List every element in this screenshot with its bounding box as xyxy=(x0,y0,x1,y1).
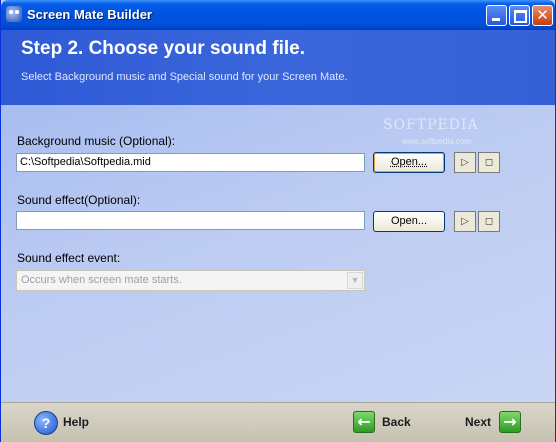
wizard-header: Step 2. Choose your sound file. Select B… xyxy=(1,30,555,105)
sound-effect-play-button[interactable]: ▷ xyxy=(454,211,476,232)
background-music-path-input[interactable]: C:\Softpedia\Softpedia.mid xyxy=(16,153,365,172)
close-button[interactable]: ✕ xyxy=(532,5,553,26)
help-button[interactable]: ? Help xyxy=(34,411,104,435)
watermark-url: www.softpedia.com xyxy=(402,137,471,146)
wizard-footer: ? Help ← Back Next → xyxy=(1,402,555,442)
back-button[interactable]: ← Back xyxy=(353,411,423,435)
close-icon: ✕ xyxy=(536,6,549,24)
help-label: Help xyxy=(63,415,90,429)
background-music-label: Background music (Optional): xyxy=(17,134,176,148)
back-label: Back xyxy=(382,415,411,429)
sound-effect-label: Sound effect(Optional): xyxy=(17,193,141,207)
screen-mate-builder-window: Screen Mate Builder ✕ Step 2. Choose you… xyxy=(0,0,556,442)
sound-effect-stop-button[interactable]: ◻ xyxy=(478,211,500,232)
title-bar[interactable]: Screen Mate Builder ✕ xyxy=(1,0,555,30)
wizard-content: SOFTPEDIA www.softpedia.com Background m… xyxy=(1,105,555,402)
sound-effect-path-input[interactable] xyxy=(16,211,365,230)
step-title: Step 2. Choose your sound file. xyxy=(21,38,305,59)
app-icon xyxy=(6,6,22,22)
maximize-button[interactable] xyxy=(509,5,530,26)
watermark: SOFTPEDIA xyxy=(383,117,479,133)
chevron-down-icon[interactable]: ▼ xyxy=(347,272,363,289)
play-icon: ▷ xyxy=(461,157,469,168)
arrow-right-icon: → xyxy=(499,411,521,433)
step-subtitle: Select Background music and Special soun… xyxy=(21,71,348,83)
sound-effect-event-select[interactable]: Occurs when screen mate starts. ▼ xyxy=(16,270,365,291)
sound-effect-open-button[interactable]: Open... xyxy=(373,211,445,232)
arrow-left-icon: ← xyxy=(353,411,375,433)
maximize-icon xyxy=(514,10,527,23)
sound-effect-event-value: Occurs when screen mate starts. xyxy=(21,274,182,286)
minimize-button[interactable] xyxy=(486,5,507,26)
background-music-play-button[interactable]: ▷ xyxy=(454,152,476,173)
background-music-open-button[interactable]: Open... xyxy=(373,152,445,173)
next-button[interactable]: Next → xyxy=(465,411,525,435)
stop-icon: ◻ xyxy=(484,216,494,227)
stop-icon: ◻ xyxy=(484,157,494,168)
window-title: Screen Mate Builder xyxy=(27,7,152,22)
minimize-icon xyxy=(492,18,500,21)
help-icon: ? xyxy=(34,411,58,435)
open-button-label: Open... xyxy=(390,215,428,227)
next-label: Next xyxy=(465,415,492,429)
play-icon: ▷ xyxy=(461,216,469,227)
open-button-label: Open... xyxy=(390,156,428,168)
background-music-stop-button[interactable]: ◻ xyxy=(478,152,500,173)
sound-effect-event-label: Sound effect event: xyxy=(17,251,121,265)
